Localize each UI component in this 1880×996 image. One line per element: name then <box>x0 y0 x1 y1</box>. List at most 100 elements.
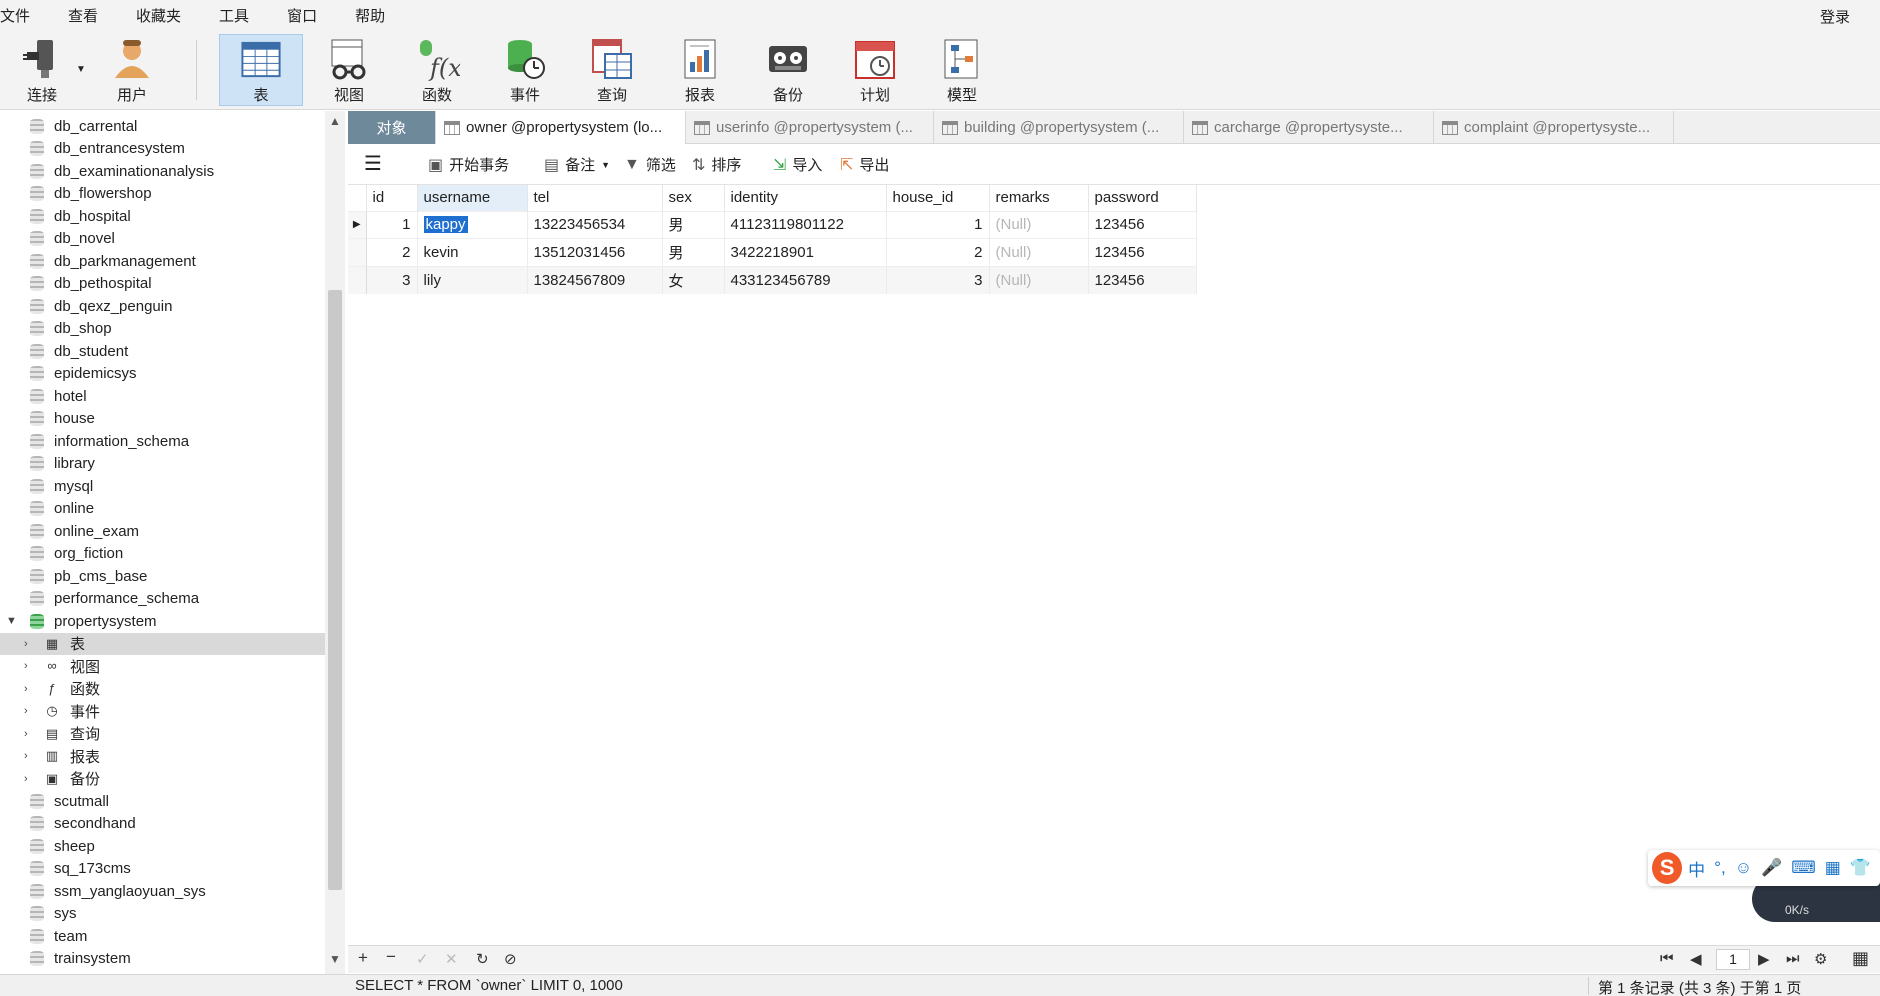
sidebar-item-database[interactable]: db_examinationanalysis <box>0 160 325 183</box>
sidebar-item-database[interactable]: db_hospital <box>0 205 325 228</box>
sidebar-item-database[interactable]: online_exam <box>0 520 325 543</box>
toolbar-event-button[interactable]: 事件 <box>483 34 567 106</box>
cell-username[interactable]: lily <box>417 265 528 294</box>
cell-house-id[interactable]: 2 <box>886 238 990 266</box>
filter-button[interactable]: ▼ 筛选 <box>624 154 676 175</box>
sidebar-item-database[interactable]: org_fiction <box>0 543 325 566</box>
cell-password[interactable]: 123456 <box>1088 210 1197 239</box>
sidebar-item-database[interactable]: db_qexz_penguin <box>0 295 325 318</box>
stop-icon[interactable]: ⊘ <box>504 950 517 968</box>
toolbar-backup-button[interactable]: 备份 <box>746 34 830 106</box>
sidebar-scrollbar-thumb[interactable] <box>328 290 342 890</box>
menu-favorites[interactable]: 收藏夹 <box>117 5 200 26</box>
next-page-icon[interactable]: ▶ <box>1758 950 1770 968</box>
sidebar-item-database[interactable]: db_student <box>0 340 325 363</box>
toolbar-user-button[interactable]: 用户 <box>90 34 174 106</box>
sidebar-item-database[interactable]: team <box>0 925 325 948</box>
column-header-id[interactable]: id <box>366 185 418 211</box>
tab-owner[interactable]: owner @propertysystem (lo... <box>436 111 686 144</box>
cell-sex[interactable]: 男 <box>662 238 725 266</box>
cell-identity[interactable]: 433123456789 <box>724 265 887 294</box>
cell-remarks[interactable]: (Null) <box>989 238 1089 266</box>
sidebar-item-database[interactable]: epidemicsys <box>0 363 325 386</box>
cell-identity[interactable]: 3422218901 <box>724 238 887 266</box>
toolbox-icon[interactable]: ▦ <box>1825 858 1841 878</box>
ime-language-toggle[interactable]: 中 <box>1688 856 1705 881</box>
tab-building[interactable]: building @propertysystem (... <box>934 111 1184 144</box>
table-row[interactable]: ▶ 1 kappy 13223456534 男 41123119801122 1… <box>348 210 1197 239</box>
sidebar-item-database[interactable]: db_flowershop <box>0 183 325 206</box>
chevron-right-icon[interactable]: › <box>24 750 28 762</box>
menu-view[interactable]: 查看 <box>49 5 117 26</box>
column-header-sex[interactable]: sex <box>662 185 725 211</box>
menu-icon[interactable]: ☰ <box>364 151 382 176</box>
microphone-icon[interactable]: 🎤 <box>1761 858 1782 878</box>
import-button[interactable]: ⇲ 导入 <box>773 154 822 175</box>
apply-check-icon[interactable]: ✓ <box>416 950 429 968</box>
sidebar-item-database[interactable]: library <box>0 453 325 476</box>
tab-complaint[interactable]: complaint @propertysyste... <box>1434 111 1674 144</box>
chevron-down-icon[interactable]: ▼ <box>6 615 17 627</box>
sidebar-item-database[interactable]: performance_schema <box>0 588 325 611</box>
skin-shirt-icon[interactable]: 👕 <box>1850 858 1871 878</box>
sidebar-item-database[interactable]: db_shop <box>0 318 325 341</box>
chevron-right-icon[interactable]: › <box>24 773 28 785</box>
grid-view-icon[interactable]: ▦ <box>1852 948 1869 969</box>
add-record-icon[interactable]: + <box>358 948 368 968</box>
sidebar-item-database[interactable]: sheep <box>0 835 325 858</box>
export-button[interactable]: ⇱ 导出 <box>840 154 889 175</box>
sidebar-item-database[interactable]: db_entrancesystem <box>0 138 325 161</box>
tab-objects[interactable]: 对象 <box>348 111 436 144</box>
chevron-right-icon[interactable]: › <box>24 638 28 650</box>
sidebar-item-object-group[interactable]: › ◷ 事件 <box>0 700 325 723</box>
selected-text[interactable]: kappy <box>423 216 468 234</box>
toolbar-schedule-button[interactable]: 计划 <box>833 34 917 106</box>
toolbar-table-button[interactable]: 表 <box>219 34 303 106</box>
sidebar-item-database[interactable]: db_parkmanagement <box>0 250 325 273</box>
toolbar-query-button[interactable]: 查询 <box>570 34 654 106</box>
first-page-icon[interactable]: ⏮ <box>1660 950 1674 967</box>
chevron-right-icon[interactable]: › <box>24 660 28 672</box>
keyboard-icon[interactable]: ⌨ <box>1791 858 1816 878</box>
refresh-icon[interactable]: ↻ <box>476 950 489 968</box>
sidebar-item-database[interactable]: db_pethospital <box>0 273 325 296</box>
cell-identity[interactable]: 41123119801122 <box>724 210 887 239</box>
cell-tel[interactable]: 13824567809 <box>527 265 663 294</box>
sidebar-item-database[interactable]: db_carrental <box>0 115 325 138</box>
sidebar-item-database[interactable]: ssm_yanglaoyuan_sys <box>0 880 325 903</box>
sidebar-item-database[interactable]: scutmall <box>0 790 325 813</box>
sidebar-item-object-group[interactable]: › ▥ 报表 <box>0 745 325 768</box>
discard-x-icon[interactable]: ✕ <box>445 950 458 968</box>
column-header-username[interactable]: username <box>417 185 528 211</box>
cell-house-id[interactable]: 3 <box>886 265 990 294</box>
cell-sex[interactable]: 女 <box>662 265 725 294</box>
cell-remarks[interactable]: (Null) <box>989 265 1089 294</box>
ime-toolbar[interactable]: S 中 °, ☺ 🎤 ⌨ ▦ 👕 <box>1648 850 1880 886</box>
menu-window[interactable]: 窗口 <box>268 5 336 26</box>
cell-id[interactable]: 2 <box>366 238 418 266</box>
sidebar-item-database[interactable]: mysql <box>0 475 325 498</box>
sidebar-item-object-group[interactable]: › ▦ 表 <box>0 632 325 655</box>
cell-username[interactable]: kappy <box>417 210 528 239</box>
prev-page-icon[interactable]: ◀ <box>1690 950 1702 968</box>
sidebar-item-database[interactable]: secondhand <box>0 813 325 836</box>
emoji-icon[interactable]: ☺ <box>1735 858 1752 878</box>
begin-transaction-button[interactable]: ▣ 开始事务 <box>428 154 509 175</box>
cell-id[interactable]: 1 <box>366 210 418 239</box>
note-button[interactable]: ▤ 备注 ▼ <box>544 154 610 175</box>
toolbar-report-button[interactable]: 报表 <box>658 34 742 106</box>
cell-tel[interactable]: 13512031456 <box>527 238 663 266</box>
tab-carcharge[interactable]: carcharge @propertysyste... <box>1184 111 1434 144</box>
cell-password[interactable]: 123456 <box>1088 238 1197 266</box>
chevron-right-icon[interactable]: › <box>24 705 28 717</box>
cell-tel[interactable]: 13223456534 <box>527 210 663 239</box>
sidebar-item-database[interactable]: db_novel <box>0 228 325 251</box>
sidebar-item-database-open[interactable]: ▼ propertysystem <box>0 610 325 633</box>
chevron-down-icon[interactable]: ▼ <box>76 64 86 75</box>
last-page-icon[interactable]: ⏭ <box>1786 950 1800 967</box>
column-header-tel[interactable]: tel <box>527 185 663 211</box>
cell-remarks[interactable]: (Null) <box>989 210 1089 239</box>
delete-record-icon[interactable]: − <box>386 947 396 967</box>
column-header-password[interactable]: password <box>1088 185 1197 211</box>
sidebar-item-database[interactable]: sq_173cms <box>0 858 325 881</box>
